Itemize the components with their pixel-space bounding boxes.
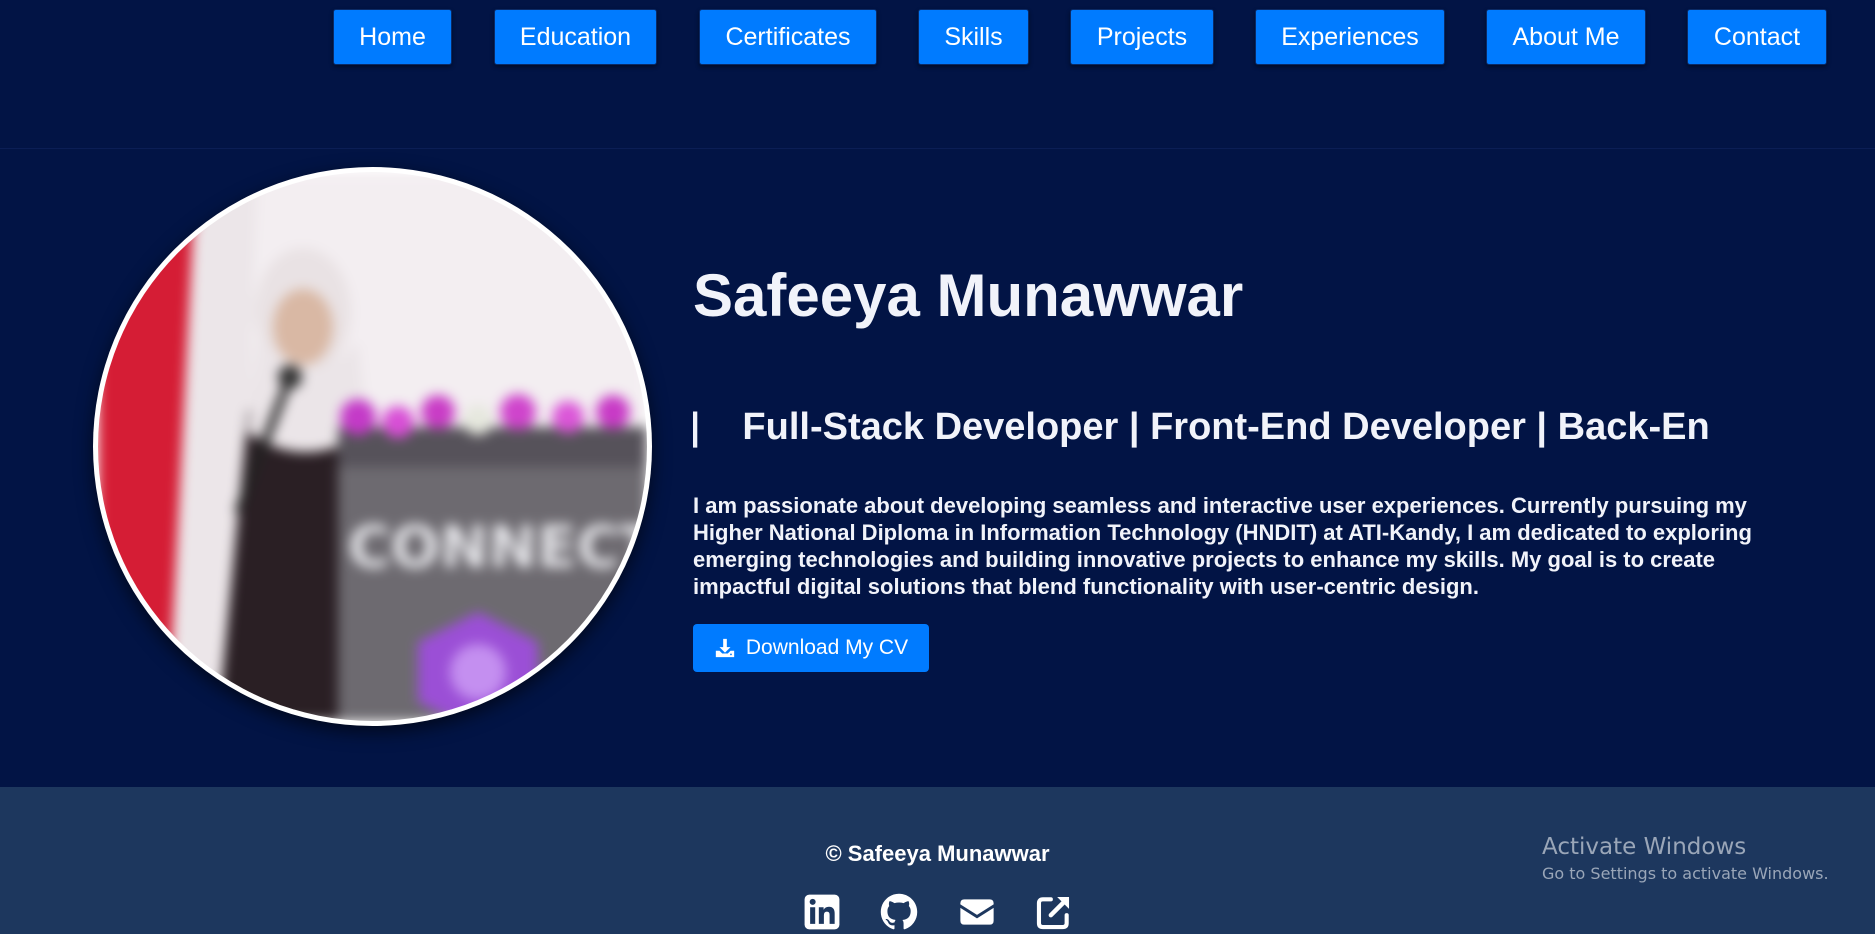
- external-link-icon: [1036, 896, 1070, 930]
- download-cv-button[interactable]: Download My CV: [693, 624, 929, 672]
- download-cv-label: Download My CV: [745, 636, 909, 659]
- hero-name: Safeeya Munawwar: [693, 262, 1244, 329]
- nav-certificates-button[interactable]: Certificates: [699, 9, 877, 65]
- linkedin-link[interactable]: [802, 892, 842, 932]
- nav-contact-button[interactable]: Contact: [1687, 9, 1827, 65]
- profile-photo: CONNECT '2: [98, 172, 647, 721]
- activation-subtitle: Go to Settings to activate Windows.: [1542, 864, 1829, 883]
- section-divider: [0, 148, 1875, 149]
- roles-marquee-text: or | Full-Stack Developer | Front-End De…: [693, 406, 1710, 448]
- github-link[interactable]: [879, 892, 919, 932]
- navbar: Home Education Certificates Skills Proje…: [0, 0, 1875, 75]
- activation-title: Activate Windows: [1542, 834, 1747, 860]
- download-icon: [715, 638, 735, 658]
- photo-banner-text: CONNECT '2: [348, 513, 647, 581]
- windows-activation-watermark: Activate Windows Go to Settings to activ…: [1542, 832, 1829, 886]
- envelope-icon: [960, 899, 994, 925]
- nav-education-button[interactable]: Education: [494, 9, 657, 65]
- nav-skills-button[interactable]: Skills: [918, 9, 1029, 65]
- email-link[interactable]: [957, 892, 997, 932]
- github-icon: [880, 893, 918, 930]
- nav-experiences-button[interactable]: Experiences: [1255, 9, 1445, 65]
- hero-description: I am passionate about developing seamles…: [693, 493, 1752, 599]
- profile-photo-frame: CONNECT '2: [93, 167, 652, 726]
- profile-photo-image: CONNECT '2: [98, 172, 647, 721]
- nav-about-me-button[interactable]: About Me: [1486, 9, 1646, 65]
- nav-home-button[interactable]: Home: [333, 9, 452, 65]
- linkedin-icon: [804, 894, 840, 930]
- external-link[interactable]: [1034, 892, 1074, 932]
- nav-projects-button[interactable]: Projects: [1070, 9, 1214, 65]
- roles-marquee: or | Full-Stack Developer | Front-End De…: [693, 401, 1793, 453]
